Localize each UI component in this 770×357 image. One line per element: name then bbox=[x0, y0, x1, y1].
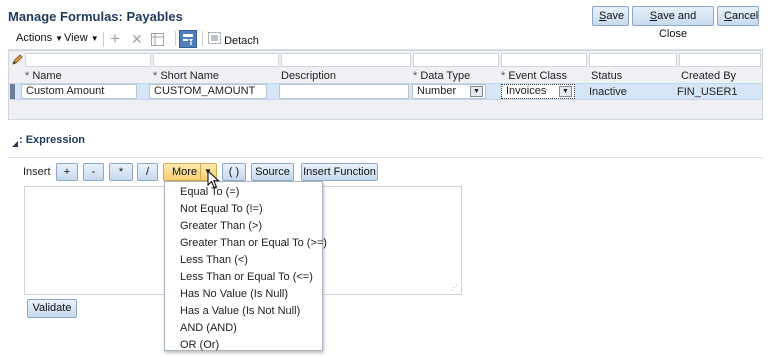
toolbar-divider bbox=[103, 32, 104, 47]
column-header-event-class[interactable]: * Event Class bbox=[501, 70, 567, 82]
menu-item-and[interactable]: AND (AND) bbox=[180, 322, 237, 334]
filter-status[interactable] bbox=[589, 53, 677, 67]
detach-label: Detach bbox=[224, 35, 259, 47]
menu-item-less-than-or-equal[interactable]: Less Than or Equal To (<=) bbox=[180, 271, 313, 283]
short-name-field[interactable]: CUSTOM_AMOUNT bbox=[149, 84, 267, 99]
source-button[interactable]: Source bbox=[251, 163, 294, 181]
table-toolbar: Actions ▼ View ▼ + ✕ Detach bbox=[8, 29, 763, 50]
insert-plus-button[interactable]: + bbox=[56, 163, 78, 181]
menu-item-is-not-null[interactable]: Has a Value (Is Not Null) bbox=[180, 305, 300, 317]
filter-event-class[interactable] bbox=[501, 53, 587, 67]
required-mark: * bbox=[413, 70, 418, 82]
split-divider bbox=[200, 164, 201, 180]
column-label: Status bbox=[591, 70, 623, 82]
toolbar-divider bbox=[202, 31, 203, 46]
filter-description[interactable] bbox=[281, 53, 411, 67]
chevron-down-icon: ▼ bbox=[90, 34, 99, 43]
menu-item-not-equal-to[interactable]: Not Equal To (!=) bbox=[180, 203, 263, 215]
column-label: Name bbox=[32, 70, 62, 82]
detach-icon bbox=[208, 32, 224, 47]
data-type-value: Number bbox=[417, 85, 457, 97]
filter-created-by[interactable] bbox=[679, 53, 761, 67]
chevron-down-icon[interactable]: ▼ bbox=[470, 86, 483, 97]
insert-parentheses-button[interactable]: ( ) bbox=[222, 163, 246, 181]
filter-name[interactable] bbox=[25, 53, 151, 67]
event-class-select[interactable]: Invoices ▼ bbox=[501, 84, 575, 99]
collapse-triangle-icon[interactable] bbox=[12, 138, 18, 150]
menu-item-greater-than-or-equal[interactable]: Greater Than or Equal To (>=) bbox=[180, 237, 327, 249]
chevron-down-icon[interactable]: ▼ bbox=[559, 86, 572, 97]
column-header-name[interactable]: * Name bbox=[25, 70, 62, 82]
column-header-data-type[interactable]: * Data Type bbox=[413, 70, 470, 82]
column-label: Event Class bbox=[508, 70, 568, 82]
menu-item-greater-than[interactable]: Greater Than (>) bbox=[180, 220, 262, 232]
more-label: More bbox=[172, 166, 198, 178]
row-selection-marker bbox=[10, 84, 15, 99]
delete-icon[interactable]: ✕ bbox=[131, 31, 143, 48]
expression-section-title: : Expression bbox=[19, 134, 86, 146]
required-mark: * bbox=[25, 70, 30, 82]
save-button[interactable]: Save bbox=[592, 6, 629, 26]
add-icon[interactable]: + bbox=[110, 29, 120, 49]
created-by-value: FIN_USER1 bbox=[677, 86, 738, 98]
more-operators-menu: Equal To (=) Not Equal To (!=) Greater T… bbox=[164, 181, 327, 351]
detach-button[interactable]: Detach bbox=[208, 32, 259, 47]
actions-menu-label: Actions bbox=[16, 32, 53, 44]
name-field[interactable]: Custom Amount bbox=[21, 84, 137, 99]
insert-label: Insert bbox=[23, 166, 51, 178]
filter-short-name[interactable] bbox=[153, 53, 279, 67]
status-value: Inactive bbox=[589, 86, 627, 98]
column-header-description[interactable]: Description bbox=[281, 70, 336, 82]
filter-data-type[interactable] bbox=[413, 53, 499, 67]
insert-multiply-button[interactable]: * bbox=[109, 163, 133, 181]
resize-grip-icon[interactable]: ⋰ bbox=[450, 283, 458, 292]
insert-divide-button[interactable]: / bbox=[137, 163, 158, 181]
validate-button[interactable]: Validate bbox=[27, 299, 77, 318]
column-header-short-name[interactable]: * Short Name bbox=[153, 70, 219, 82]
column-label: Data Type bbox=[420, 70, 471, 82]
pencil-icon bbox=[11, 53, 24, 69]
insert-minus-button[interactable]: - bbox=[83, 163, 104, 181]
formulas-table: * Name * Short Name Description * Data T… bbox=[8, 50, 763, 120]
menu-item-less-than[interactable]: Less Than (<) bbox=[180, 254, 248, 266]
cancel-button[interactable]: Cancel bbox=[717, 6, 759, 26]
required-mark: * bbox=[501, 70, 506, 82]
event-class-value: Invoices bbox=[506, 85, 547, 97]
menu-item-is-null[interactable]: Has No Value (Is Null) bbox=[180, 288, 288, 300]
view-menu[interactable]: View ▼ bbox=[64, 32, 99, 44]
data-type-select[interactable]: Number ▼ bbox=[412, 84, 486, 99]
description-field[interactable] bbox=[279, 84, 409, 99]
query-by-example-icon[interactable] bbox=[179, 30, 197, 48]
column-header-status[interactable]: Status bbox=[591, 70, 622, 82]
page-title: Manage Formulas: Payables bbox=[8, 9, 183, 24]
toolbar-divider bbox=[175, 31, 176, 46]
save-and-close-button[interactable]: Save and Close bbox=[632, 6, 714, 40]
column-label: Description bbox=[281, 70, 337, 82]
required-mark: * bbox=[153, 70, 158, 82]
view-menu-label: View bbox=[64, 32, 88, 44]
freeze-icon[interactable] bbox=[151, 33, 164, 49]
column-label: Short Name bbox=[160, 70, 220, 82]
chevron-down-icon: ▼ bbox=[55, 34, 64, 43]
actions-menu[interactable]: Actions ▼ bbox=[16, 32, 63, 44]
section-divider bbox=[8, 157, 763, 158]
column-header-created-by[interactable]: Created By bbox=[681, 70, 736, 82]
insert-function-button[interactable]: Insert Function bbox=[301, 163, 378, 181]
menu-item-or[interactable]: OR (Or) bbox=[180, 339, 219, 351]
column-label: Created By bbox=[681, 70, 737, 82]
mouse-cursor-icon bbox=[207, 169, 220, 192]
